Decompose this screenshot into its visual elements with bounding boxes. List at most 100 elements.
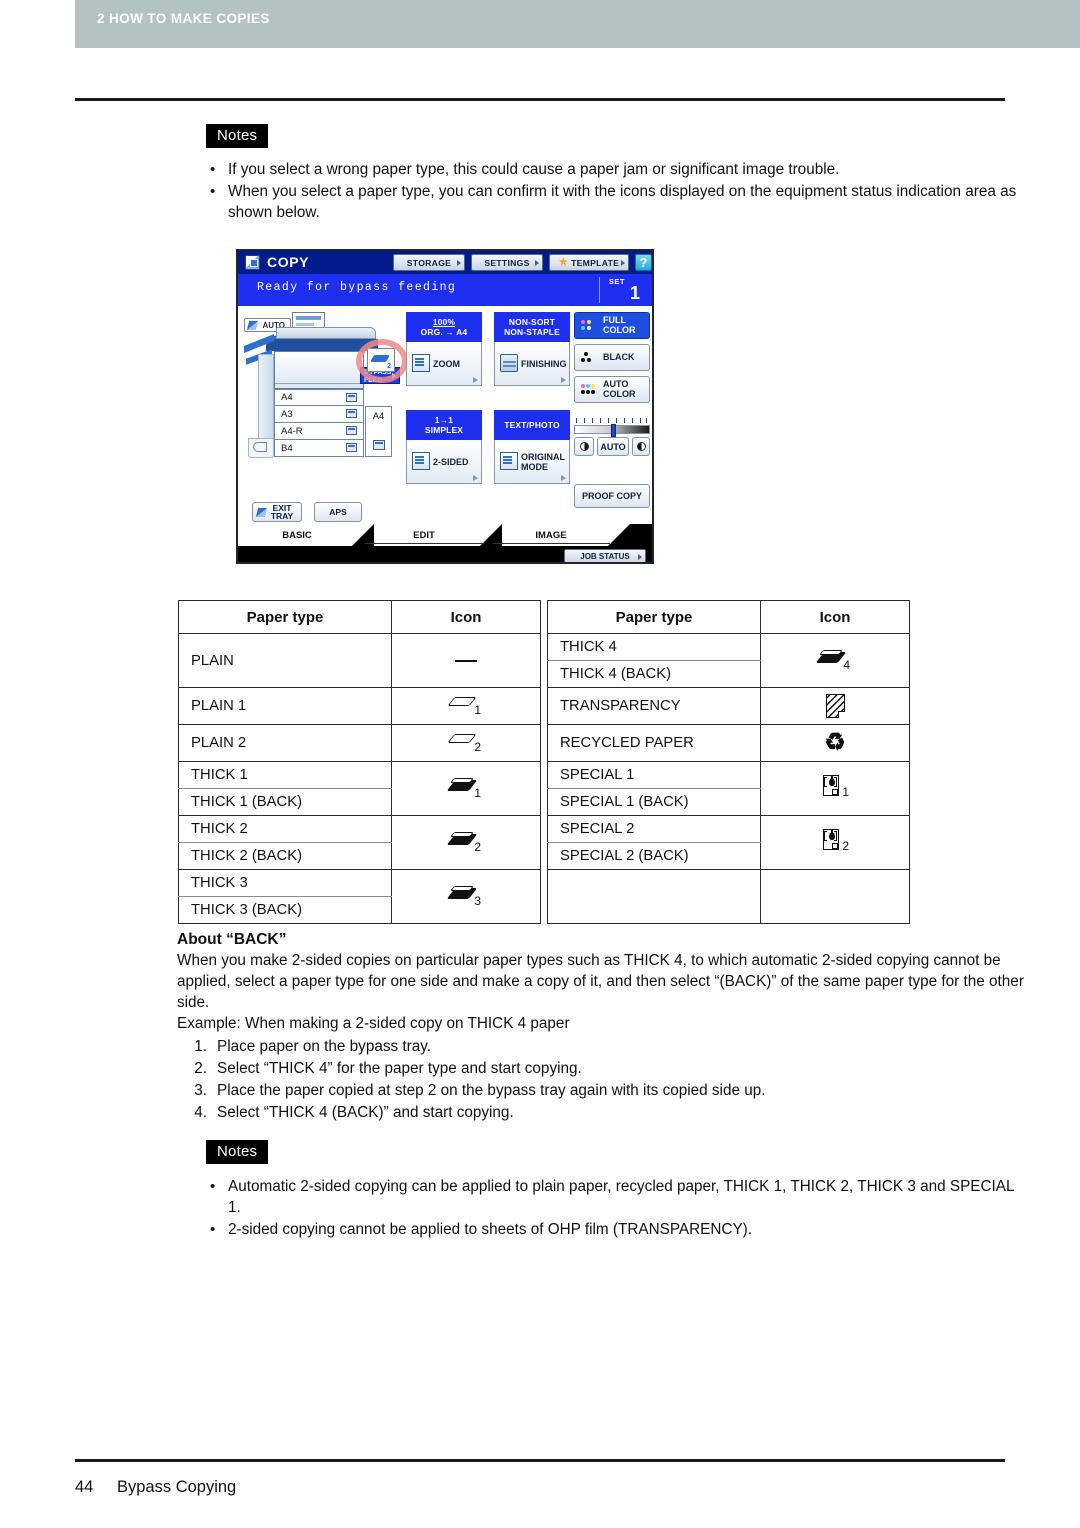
list-item: • If you select a wrong paper type, this … [206, 159, 1021, 180]
divider [599, 277, 600, 303]
step-number: 2. [194, 1060, 207, 1077]
plain-paper-icon: 2 [447, 730, 481, 754]
cell-paper-type: SPECIAL 2 [547, 815, 761, 843]
note-text: If you select a wrong paper type, this c… [228, 161, 840, 178]
icon-number: 2 [474, 839, 481, 854]
zoom-function-group: 100% ORG. → A4 ZOOM [406, 312, 482, 386]
bypass-tray-button[interactable]: A4 [365, 406, 392, 457]
template-button[interactable]: ★ TEMPLATE [549, 254, 629, 271]
drawer-button-a4r[interactable]: A4-R [274, 423, 364, 440]
two-sided-glyph-icon [412, 452, 430, 470]
zoom-label: ZOOM [433, 358, 460, 369]
footer-divider-rule [75, 1459, 1005, 1462]
drawer-button-a3[interactable]: A3 [274, 406, 364, 423]
finishing-status-caption: NON-SORT NON-STAPLE [494, 312, 570, 342]
step-number: 3. [194, 1082, 207, 1099]
list-item: • 2-sided copying cannot be applied to sh… [206, 1219, 1021, 1240]
bypass-size-label: A4 [372, 411, 385, 422]
density-auto-button[interactable]: AUTO [597, 437, 629, 456]
finishing-button[interactable]: FINISHING [494, 342, 570, 386]
col-header-icon-right: Icon [760, 600, 910, 634]
footer-section-title: Bypass Copying [117, 1478, 237, 1496]
help-button[interactable]: ? [635, 254, 652, 271]
storage-label: STORAGE [406, 257, 452, 268]
cell-paper-type: THICK 2 (BACK) [178, 842, 392, 870]
tab-separator [608, 524, 630, 546]
density-lighter-button[interactable] [574, 437, 594, 456]
finishing-glyph-icon [500, 354, 518, 372]
zoom-glyph-icon [412, 354, 430, 372]
thick-paper-icon: 1 [446, 776, 481, 800]
density-darker-button[interactable] [632, 437, 650, 456]
lcd-main-area: AUTO A4 A3 A4-R B4 A4 BYPASS FEED 2 EXIT… [238, 306, 652, 524]
cell-icon: 1 [391, 687, 541, 725]
list-item: 3. Place the paper copied at step 2 on th… [177, 1080, 1027, 1102]
col-header-paper-type-left: Paper type [178, 600, 392, 634]
settings-button[interactable]: SETTINGS [471, 254, 543, 271]
zoom-button[interactable]: ZOOM [406, 342, 482, 386]
note-text: 2-sided copying cannot be applied to she… [228, 1221, 753, 1238]
special-paper-icon: 1 [823, 774, 849, 799]
thick-paper-icon: 2 [446, 830, 481, 854]
job-status-button[interactable]: JOB STATUS [564, 549, 646, 562]
proof-copy-button[interactable]: PROOF COPY [574, 484, 650, 508]
about-back-heading: About “BACK” [177, 931, 287, 948]
highlight-annotation-ring [356, 339, 408, 383]
exit-tray-button[interactable]: EXIT TRAY [252, 502, 302, 522]
icon-number: 2 [474, 740, 481, 754]
icon-number: 1 [474, 785, 481, 800]
zoom-status-caption: 100% ORG. → A4 [406, 312, 482, 342]
full-color-button[interactable]: FULL COLOR [574, 312, 650, 339]
tab-edit-label: EDIT [413, 529, 435, 541]
lcd-app-title: COPY [267, 254, 310, 270]
list-item: 2. Select “THICK 4” for the paper type an… [177, 1058, 1027, 1080]
recycle-icon: ♻ [824, 729, 846, 756]
cell-icon: 3 [391, 869, 541, 924]
about-back-paragraph: When you make 2-sided copies on particul… [177, 952, 1024, 1011]
auto-color-dots-icon [581, 384, 597, 397]
cell-paper-type: PLAIN 1 [178, 687, 392, 725]
transparency-icon [825, 694, 845, 718]
density-slider-handle[interactable] [611, 424, 616, 437]
density-auto-label: AUTO [600, 441, 626, 452]
proof-copy-label: PROOF COPY [581, 491, 642, 501]
two-sided-label: 2-SIDED [433, 456, 469, 467]
simplex-mode-line1: 1→1 [434, 415, 454, 425]
copier-lcd-panel: COPY STORAGE SETTINGS ★ TEMPLATE ? Ready… [236, 249, 654, 564]
tab-image-label: IMAGE [535, 529, 567, 541]
cell-paper-type: PLAIN 2 [178, 724, 392, 762]
original-mode-glyph-icon [500, 452, 518, 470]
machine-base [248, 438, 274, 458]
black-mode-button[interactable]: BLACK [574, 344, 650, 371]
chevron-right-icon [535, 260, 539, 266]
full-color-label: FULL COLOR [603, 315, 636, 335]
chevron-right-icon [638, 554, 642, 560]
full-color-line2: COLOR [603, 324, 636, 335]
tab-bar-filler [630, 524, 652, 546]
aps-button[interactable]: APS [314, 502, 362, 522]
list-item: • When you select a paper type, you can c… [206, 181, 1021, 223]
original-mode-status-caption: TEXT/PHOTO [494, 410, 570, 440]
original-mode-value: TEXT/PHOTO [504, 420, 560, 430]
density-slider-track[interactable] [574, 424, 650, 437]
original-mode-button[interactable]: ORIGINAL MODE [494, 440, 570, 484]
auto-color-button[interactable]: AUTO COLOR [574, 376, 650, 403]
step-text: Select “THICK 4” for the paper type and … [217, 1060, 582, 1077]
settings-label: SETTINGS [484, 257, 530, 268]
list-item: 4. Select “THICK 4 (BACK)” and start copy… [177, 1102, 1027, 1124]
contrast-light-icon [579, 442, 589, 451]
two-sided-button[interactable]: 2-SIDED [406, 440, 482, 484]
about-back-steps: 1. Place paper on the bypass tray. 2. Sele… [177, 1036, 1027, 1124]
cell-paper-type: THICK 4 [547, 633, 761, 661]
paper-icon [346, 409, 357, 418]
tab-basic-label: BASIC [282, 529, 312, 541]
machine-diagram: AUTO A4 A3 A4-R B4 A4 BYPASS FEED 2 EXIT… [244, 312, 408, 522]
drawer-button-a4[interactable]: A4 [274, 389, 364, 406]
cell-paper-type: THICK 2 [178, 815, 392, 843]
auto-color-line1: AUTO [603, 379, 629, 389]
storage-button[interactable]: STORAGE [393, 254, 465, 271]
drawer-button-b4[interactable]: B4 [274, 440, 364, 457]
table-gap [540, 633, 548, 924]
paper-type-table: Paper type Icon Paper type Icon PLAIN TH… [178, 600, 910, 924]
black-dots-icon [581, 352, 597, 365]
